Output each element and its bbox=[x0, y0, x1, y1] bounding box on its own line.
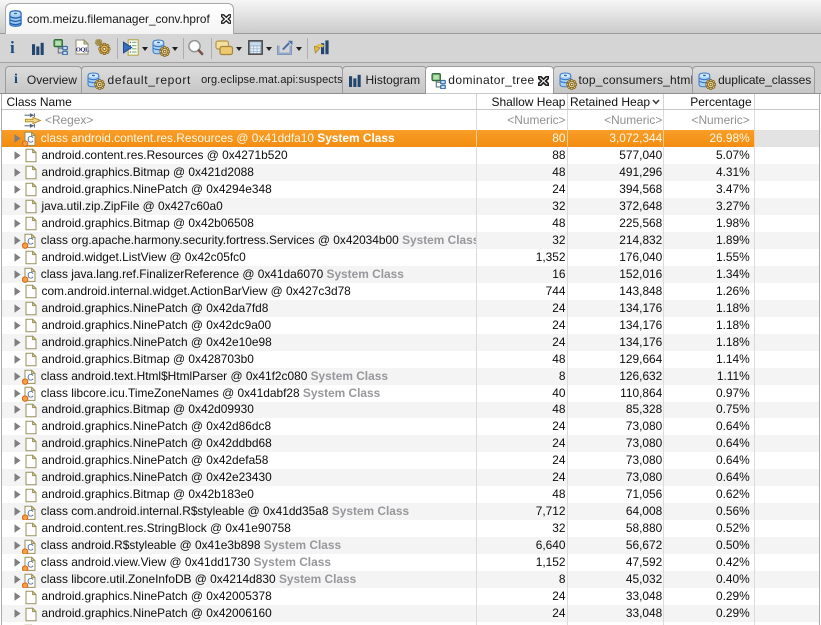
svg-text:OQL: OQL bbox=[76, 46, 89, 53]
svg-text:C: C bbox=[28, 542, 35, 552]
svg-text:C: C bbox=[28, 271, 35, 281]
svg-text:C: C bbox=[28, 559, 35, 569]
svg-text:C: C bbox=[28, 576, 35, 586]
svg-text:C: C bbox=[28, 508, 35, 518]
svg-text:C: C bbox=[28, 390, 35, 400]
svg-text:C: C bbox=[28, 373, 35, 383]
svg-text:C: C bbox=[28, 237, 35, 247]
svg-text:C: C bbox=[28, 135, 35, 145]
